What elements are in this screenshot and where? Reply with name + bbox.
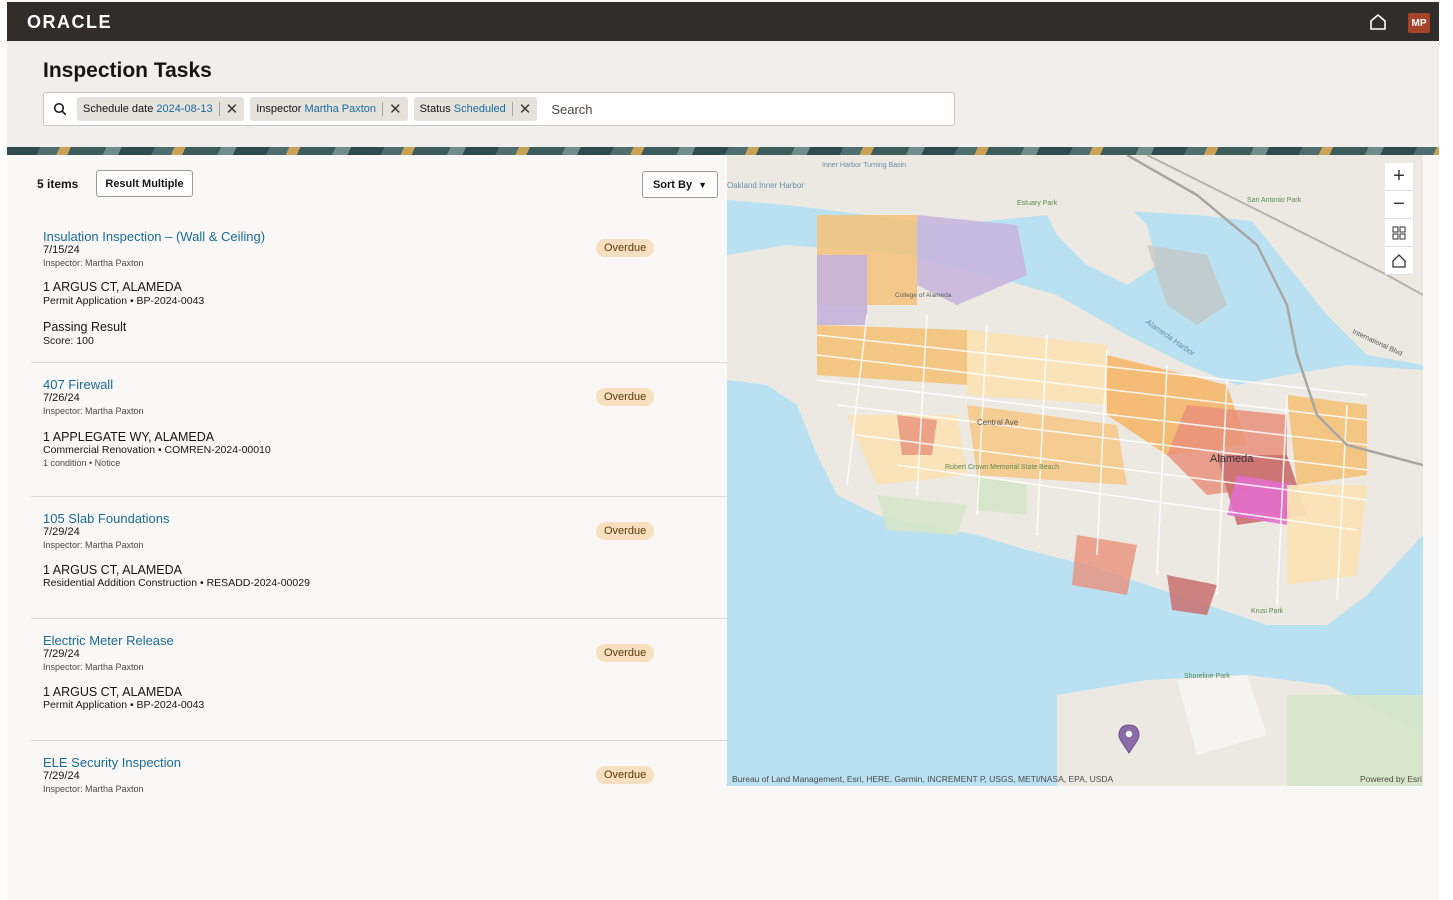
remove-filter-icon[interactable]: ✕ bbox=[226, 102, 239, 117]
search-input[interactable]: Search bbox=[551, 102, 592, 117]
zoom-out-button[interactable]: − bbox=[1385, 191, 1413, 219]
task-address: 1 ARGUS CT, ALAMEDA bbox=[43, 685, 182, 699]
divider bbox=[218, 102, 220, 116]
map-controls: + − bbox=[1385, 163, 1413, 275]
list-item[interactable]: 407 Firewall 7/26/24 Inspector: Martha P… bbox=[31, 377, 727, 497]
map-label-alameda: Alameda bbox=[1210, 453, 1254, 465]
status-badge: Overdue bbox=[596, 522, 655, 540]
oracle-logo[interactable]: ORACLE bbox=[27, 12, 112, 33]
task-name-link[interactable]: Insulation Inspection – (Wall & Ceiling) bbox=[43, 229, 265, 244]
remove-filter-icon[interactable]: ✕ bbox=[389, 102, 402, 117]
task-address: 1 ARGUS CT, ALAMEDA bbox=[43, 563, 182, 577]
map-canvas[interactable]: Alameda Alameda Harbor Estuary Park Cent… bbox=[727, 155, 1423, 786]
divider bbox=[511, 102, 513, 116]
home-extent-icon[interactable] bbox=[1385, 247, 1413, 275]
top-bar: ORACLE MP bbox=[7, 2, 1446, 41]
filter-chip-label: Schedule date bbox=[83, 103, 154, 115]
list-item[interactable]: Electric Meter Release 7/29/24 Inspector… bbox=[31, 633, 727, 741]
task-inspector: Inspector: Martha Paxton bbox=[43, 784, 144, 794]
status-badge: Overdue bbox=[596, 388, 655, 406]
task-record: Permit Application • BP-2024-0043 bbox=[43, 699, 205, 711]
map-label-oakland: Oakland Inner Harbor bbox=[727, 181, 804, 190]
filter-chip-label: Status bbox=[419, 103, 451, 115]
filter-chip-value: 2024-08-13 bbox=[156, 103, 213, 115]
task-name-link[interactable]: Electric Meter Release bbox=[43, 633, 174, 648]
list-item[interactable]: Insulation Inspection – (Wall & Ceiling)… bbox=[31, 229, 727, 363]
task-address: 1 APPLEGATE WY, ALAMEDA bbox=[43, 430, 215, 444]
filter-chip-inspector[interactable]: Inspector Martha Paxton ✕ bbox=[250, 97, 408, 121]
caret-down-icon: ▼ bbox=[698, 179, 708, 190]
map-label-krusi-park: Krusi Park bbox=[1251, 608, 1284, 615]
list-item[interactable]: 105 Slab Foundations 7/29/24 Inspector: … bbox=[31, 511, 727, 619]
task-date: 7/29/24 bbox=[43, 770, 80, 782]
map-label-inner-harbor: Inner Harbor Turning Basin bbox=[822, 162, 906, 169]
task-result: Passing Result bbox=[43, 320, 127, 334]
zoom-in-button[interactable]: + bbox=[1385, 163, 1413, 191]
map-view[interactable]: Alameda Alameda Harbor Estuary Park Cent… bbox=[727, 155, 1423, 786]
task-date: 7/29/24 bbox=[43, 526, 80, 538]
filter-search-bar[interactable]: Schedule date 2024-08-13 ✕ Inspector Mar… bbox=[43, 92, 955, 126]
filter-chip-status[interactable]: Status Scheduled ✕ bbox=[413, 97, 538, 121]
inspection-list: 5 items Result Multiple Sort By ▼ Insula… bbox=[7, 155, 727, 900]
divider bbox=[382, 102, 383, 116]
task-inspector: Inspector: Martha Paxton bbox=[43, 258, 144, 268]
filter-chip-value: Scheduled bbox=[453, 103, 506, 115]
status-badge: Overdue bbox=[596, 239, 655, 257]
page-header: Inspection Tasks Schedule date 2024-08-1… bbox=[7, 41, 1446, 147]
status-badge: Overdue bbox=[596, 644, 655, 662]
task-date: 7/29/24 bbox=[43, 648, 80, 660]
task-name-link[interactable]: ELE Security Inspection bbox=[43, 755, 181, 770]
powered-by-esri[interactable]: Powered by Esri bbox=[1360, 774, 1422, 784]
task-record: Residential Addition Construction • RESA… bbox=[43, 577, 310, 589]
layers-grid-icon[interactable] bbox=[1385, 219, 1413, 247]
sort-by-label: Sort By bbox=[652, 178, 693, 191]
task-inspector: Inspector: Martha Paxton bbox=[43, 540, 144, 550]
map-label-shoreline-park: Shoreline Park bbox=[1184, 673, 1230, 680]
result-multiple-button[interactable]: Result Multiple bbox=[96, 170, 193, 197]
list-item[interactable]: ELE Security Inspection 7/29/24 Inspecto… bbox=[31, 755, 727, 805]
task-record: Commercial Renovation • COMREN-2024-0001… bbox=[43, 444, 271, 456]
map-label-san-antonio-park: San Antonio Park bbox=[1247, 197, 1302, 204]
home-icon[interactable] bbox=[1367, 11, 1389, 33]
search-icon bbox=[53, 102, 67, 116]
map-label-central-ave: Central Ave bbox=[977, 418, 1019, 427]
task-inspector: Inspector: Martha Paxton bbox=[43, 662, 144, 672]
decorative-banner bbox=[7, 147, 1446, 155]
task-date: 7/15/24 bbox=[43, 244, 80, 256]
filter-chip-schedule-date[interactable]: Schedule date 2024-08-13 ✕ bbox=[77, 97, 245, 121]
map-label-college: College of Alameda bbox=[895, 292, 952, 299]
map-attribution: Bureau of Land Management, Esri, HERE, G… bbox=[732, 774, 1114, 784]
task-condition: 1 condition • Notice bbox=[43, 458, 121, 468]
page: ORACLE MP Inspection Tasks Schedule date… bbox=[7, 0, 1446, 900]
task-date: 7/26/24 bbox=[43, 392, 80, 404]
remove-filter-icon[interactable]: ✕ bbox=[519, 102, 532, 117]
task-record: Permit Application • BP-2024-0043 bbox=[43, 295, 205, 307]
item-count: 5 items bbox=[37, 177, 79, 191]
task-name-link[interactable]: 407 Firewall bbox=[43, 377, 113, 392]
sort-by-button[interactable]: Sort By ▼ bbox=[642, 171, 718, 198]
scrollbar[interactable] bbox=[1439, 0, 1453, 900]
filter-chip-label: Inspector bbox=[256, 103, 302, 115]
status-badge: Overdue bbox=[596, 766, 655, 784]
map-label-robert-crown: Robert Crown Memorial State Beach bbox=[945, 464, 1059, 471]
task-inspector: Inspector: Martha Paxton bbox=[43, 406, 144, 416]
user-avatar[interactable]: MP bbox=[1408, 13, 1430, 33]
task-score: Score: 100 bbox=[43, 335, 94, 347]
page-title: Inspection Tasks bbox=[43, 59, 212, 82]
task-address: 1 ARGUS CT, ALAMEDA bbox=[43, 280, 182, 294]
task-name-link[interactable]: 105 Slab Foundations bbox=[43, 511, 169, 526]
map-label-estuary-park: Estuary Park bbox=[1017, 200, 1058, 207]
filter-chip-value: Martha Paxton bbox=[304, 103, 376, 115]
